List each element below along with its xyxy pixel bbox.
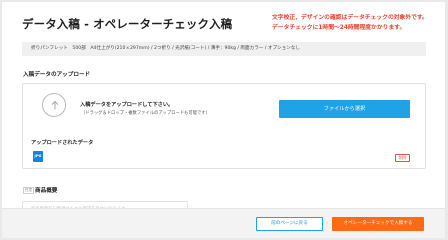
notice-line-2: データチェックに1時間〜24時間程度かかります。	[272, 24, 406, 31]
notice-line-1: 文字校正、デザインの確認はデータチェックの対象外です。	[272, 15, 428, 21]
footer-bar: 前のページに戻る オペレーターチェックで入稿する	[2, 208, 445, 238]
submit-operator-check-button[interactable]: オペレーターチェックで入稿する	[332, 217, 424, 231]
back-button[interactable]: 前のページに戻る	[256, 217, 323, 231]
order-spec-bar: 折りパンフレット 500部 A4仕上がり(210ｘ297mm) / 2つ折り /…	[22, 42, 426, 56]
uploaded-data-heading: アップロードされたデータ	[31, 140, 94, 146]
select-file-button[interactable]: ファイルから選択	[279, 100, 410, 118]
upload-panel: 入稿データをアップロードして下さい。 （ドラッグ＆ドロップ・複数ファイルのアップ…	[22, 83, 426, 169]
jpg-file-icon[interactable]: JPG	[33, 151, 43, 162]
page-card: データ入稿 - オペレーターチェック入稿 文字校正、デザインの確認はデータチェッ…	[2, 2, 445, 238]
product-overview-heading: 商品概要	[35, 188, 58, 194]
notice-text: 文字校正、デザインの確認はデータチェックの対象外です。 データチェックに1時間〜…	[272, 14, 428, 33]
upload-section-heading: 入稿データのアップロード	[23, 72, 91, 78]
page-title: データ入稿 - オペレーターチェック入稿	[22, 17, 233, 31]
upload-hint: （ドラッグ＆ドロップ・複数ファイルのアップロードも可能です）	[81, 111, 210, 116]
delete-button[interactable]: 削除	[395, 154, 410, 162]
cloud-upload-icon[interactable]	[42, 93, 66, 117]
optional-badge: 任意	[23, 187, 35, 194]
upload-instruction: 入稿データをアップロードして下さい。	[80, 102, 174, 108]
